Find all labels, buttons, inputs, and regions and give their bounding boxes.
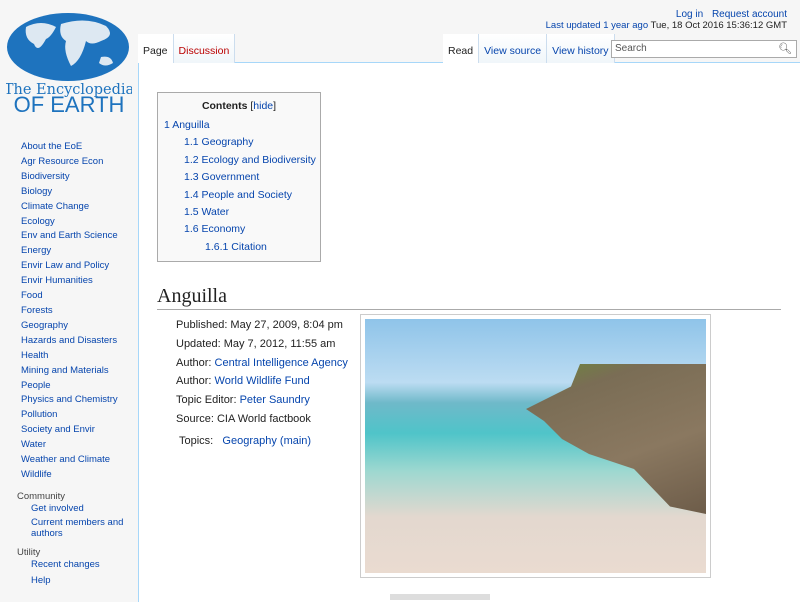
toc-title: Contents [hide] <box>201 100 277 112</box>
toc-number: 1 <box>164 119 170 131</box>
author-2: Author: World Wildlife Fund <box>176 375 310 388</box>
toc-item[interactable]: 1.6 Economy <box>184 223 245 235</box>
article-photo[interactable] <box>360 314 711 578</box>
sidebar-item[interactable]: Climate Change <box>21 200 138 215</box>
toc-item[interactable]: 1.2 Ecology and Biodiversity <box>184 154 316 166</box>
sidebar-item-current-members[interactable]: Current members and authors <box>31 518 138 539</box>
toc-item[interactable]: 1.6.1 Citation <box>205 241 267 253</box>
sidebar-item[interactable]: Mining and Materials <box>21 364 138 379</box>
svg-text:OF EARTH: OF EARTH <box>14 92 125 114</box>
toc-item[interactable]: 1 Anguilla <box>164 119 210 131</box>
toc-number: 1.6.1 <box>205 240 229 253</box>
sidebar-item[interactable]: Hazards and Disasters <box>21 334 138 349</box>
updated: Updated: May 7, 2012, 11:55 am <box>176 337 336 350</box>
toc-label: Economy <box>201 223 246 236</box>
toc-label: Ecology and Biodiversity <box>201 153 316 166</box>
search-icon[interactable]: 🔍︎ <box>778 42 792 55</box>
editor-link[interactable]: Peter Saundry <box>240 394 310 406</box>
last-updated-label[interactable]: Last updated <box>546 20 601 31</box>
sidebar-item[interactable]: Envir Humanities <box>21 274 138 289</box>
topic-link[interactable]: Geography (main) <box>222 435 311 447</box>
globe-icon: The Encyclopedia OF EARTH <box>4 13 135 117</box>
toc-number: 1.1 <box>184 136 199 149</box>
sidebar-item[interactable]: Envir Law and Policy <box>21 259 138 274</box>
toc-label: People and Society <box>201 188 293 201</box>
last-updated: Last updated 1 year ago Tue, 18 Oct 2016… <box>546 20 787 31</box>
search-placeholder: Search <box>615 43 647 54</box>
sidebar-item[interactable]: Env and Earth Science <box>21 229 138 244</box>
sidebar-item[interactable]: Agr Resource Econ <box>21 155 138 170</box>
sidebar-item[interactable]: Physics and Chemistry <box>21 393 138 408</box>
toc-number: 1.6 <box>184 223 199 236</box>
personal-tools: Log in Request account <box>670 9 787 20</box>
sidebar-item[interactable]: Energy <box>21 244 138 259</box>
toc-number: 1.2 <box>184 153 199 166</box>
sidebar-item-help[interactable]: Help <box>31 575 138 587</box>
sidebar-item[interactable]: Forests <box>21 304 138 319</box>
sidebar-item-get-involved[interactable]: Get involved <box>31 503 138 515</box>
sidebar-item[interactable]: Health <box>21 349 138 364</box>
published: Published: May 27, 2009, 8:04 pm <box>176 319 343 331</box>
sidebar: About the EoE Agr Resource Econ Biodiversi… <box>0 140 138 594</box>
last-updated-date: Tue, 18 Oct 2016 15:36:12 GMT <box>650 20 787 31</box>
tab-page[interactable]: Page <box>138 34 174 63</box>
toc-item[interactable]: 1.1 Geography <box>184 136 253 148</box>
toc-number: 1.3 <box>184 171 199 184</box>
toc-label: Anguilla <box>172 119 210 131</box>
sidebar-item[interactable]: Biology <box>21 185 138 200</box>
tab-read[interactable]: Read <box>443 34 480 63</box>
toc-label: Government <box>201 171 260 184</box>
request-account-link[interactable]: Request account <box>712 9 787 20</box>
toc-hide-link[interactable]: hide <box>253 100 273 112</box>
login-link[interactable]: Log in <box>676 9 703 20</box>
sidebar-item[interactable]: Ecology <box>21 215 138 230</box>
author-1: Author: Central Intelligence Agency <box>176 356 348 369</box>
toc-label: Geography <box>201 136 254 149</box>
partial-image <box>390 594 490 600</box>
toc-item[interactable]: 1.4 People and Society <box>184 189 292 201</box>
view-tabs: Read View source View history <box>443 34 615 63</box>
tab-discussion[interactable]: Discussion <box>173 34 236 63</box>
table-of-contents: Contents [hide] 1 Anguilla 1.1 Geography 1… <box>157 92 321 262</box>
sidebar-item[interactable]: Weather and Climate <box>21 453 138 468</box>
tab-view-source[interactable]: View source <box>479 34 548 63</box>
toc-number: 1.5 <box>184 206 199 218</box>
toc-label: Water <box>201 206 230 218</box>
toc-number: 1.4 <box>184 188 199 201</box>
sidebar-item[interactable]: Pollution <box>21 408 138 423</box>
toc-label: Citation <box>231 240 267 253</box>
site-logo[interactable]: The Encyclopedia OF EARTH <box>4 12 135 117</box>
beach-image <box>365 319 706 573</box>
sidebar-item[interactable]: People <box>21 379 138 394</box>
topic-editor: Topic Editor: Peter Saundry <box>176 394 310 407</box>
sidebar-item[interactable]: Geography <box>21 319 138 334</box>
sidebar-item[interactable]: Wildlife <box>21 468 138 483</box>
community-heading: Community <box>17 490 66 502</box>
author-link[interactable]: Central Intelligence Agency <box>215 357 348 369</box>
toc-item[interactable]: 1.3 Government <box>184 171 259 183</box>
article-meta: Published: May 27, 2009, 8:04 pm Updated… <box>176 316 348 451</box>
last-updated-ago[interactable]: 1 year ago <box>603 20 648 31</box>
toc-item[interactable]: 1.5 Water <box>184 206 229 218</box>
sidebar-item[interactable]: About the EoE <box>21 140 138 155</box>
sidebar-item[interactable]: Society and Envir <box>21 423 138 438</box>
sidebar-item[interactable]: Water <box>21 438 138 453</box>
sidebar-item[interactable]: Food <box>21 289 138 304</box>
namespace-tabs: Page Discussion <box>138 34 236 63</box>
author-link[interactable]: World Wildlife Fund <box>215 375 310 387</box>
sidebar-item[interactable]: Biodiversity <box>21 170 138 185</box>
page-title: Anguilla <box>157 285 781 310</box>
topics: Topics: Geography (main) <box>179 434 312 447</box>
tab-view-history[interactable]: View history <box>547 34 615 63</box>
sidebar-item-recent-changes[interactable]: Recent changes <box>31 560 138 571</box>
search-input[interactable]: Search 🔍︎ <box>611 40 797 58</box>
source: Source: CIA World factbook <box>176 412 311 425</box>
utility-heading: Utility <box>17 547 41 559</box>
